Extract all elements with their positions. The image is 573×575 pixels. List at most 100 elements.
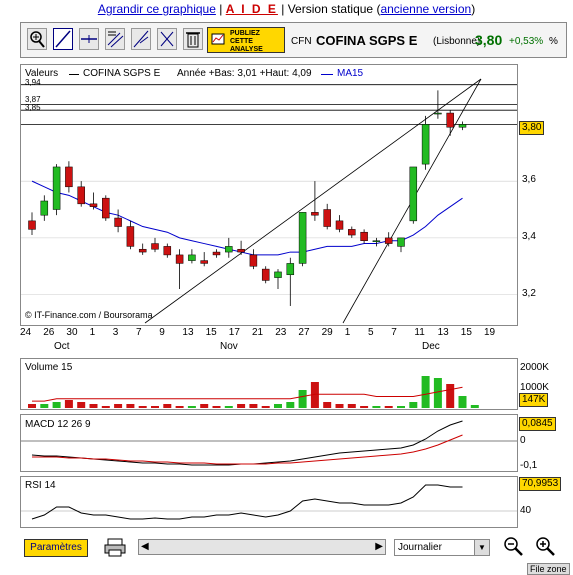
candle [175, 254, 184, 264]
last-price-badge: 3,80 [519, 121, 545, 135]
volume-bar [212, 406, 221, 408]
print-icon[interactable] [104, 537, 126, 557]
volume-bar [126, 404, 135, 408]
volume-badge: 147K [519, 393, 549, 407]
bottom-bar: Paramètres ◀ ▶ Journalier ▼ [20, 533, 567, 563]
candle [458, 124, 467, 128]
exchange: (Lisbonne) [433, 36, 481, 47]
macd-tick-0: 0 [520, 435, 526, 446]
publish-icon [211, 33, 225, 45]
date-axis: 24 26 30 1 3 7 9 13 15 17 21 23 27 29 1 5 7 11 13 15 19 Oct No… [20, 327, 520, 357]
candle [151, 243, 159, 250]
candle [274, 271, 282, 278]
volume-bar [298, 390, 307, 408]
rsi-panel: RSI 14 [20, 476, 518, 528]
month-label: Oct [54, 341, 70, 352]
macd-panel: MACD 12 26 9 [20, 414, 518, 472]
ticker-name: COFINA SGPS E [316, 33, 418, 48]
candle [212, 251, 221, 256]
volume-panel: Volume 15 [20, 358, 518, 410]
date-tick: 5 [368, 327, 374, 338]
rsi-tick-40: 40 [520, 505, 532, 516]
date-tick: 29 [321, 327, 333, 338]
volume-bar [52, 402, 61, 408]
date-tick: 23 [275, 327, 287, 338]
period-select[interactable]: Journalier ▼ [394, 539, 490, 556]
fibonacci-icon[interactable] [131, 28, 151, 50]
candle [89, 203, 98, 207]
price-level-1: 3,94 [25, 78, 41, 87]
date-tick: 11 [414, 327, 425, 338]
volume-bar [335, 404, 344, 408]
line-tool-icon[interactable] [53, 28, 73, 50]
volume-bar [237, 404, 246, 408]
zoom-out-icon[interactable] [502, 535, 524, 557]
trash-icon[interactable] [183, 28, 203, 50]
scroll-left-icon[interactable]: ◀ [141, 541, 149, 552]
zoom-in-bottom-icon[interactable] [534, 535, 556, 557]
date-tick: 15 [205, 327, 217, 338]
promo-line-2: CETTE [230, 38, 253, 45]
macd-tick-neg: -0,1 [520, 460, 538, 471]
volume-bar [433, 378, 442, 408]
volume-bar [360, 406, 369, 408]
date-tick: 1 [89, 327, 96, 338]
price-level-3: 3,85 [25, 103, 41, 112]
month-label: Dec [422, 341, 440, 352]
help-link[interactable]: A I D E [226, 2, 278, 16]
macd-line [31, 420, 463, 466]
chevron-down-icon[interactable]: ▼ [474, 540, 489, 555]
time-scrollbar[interactable]: ◀ ▶ [138, 539, 386, 555]
candle [126, 226, 135, 247]
rsi-line [31, 484, 463, 520]
scroll-right-icon[interactable]: ▶ [375, 541, 383, 552]
volume-bar [470, 405, 479, 408]
trendline [144, 78, 482, 324]
candle [397, 237, 405, 247]
volume-bar [89, 404, 98, 408]
candle [40, 200, 49, 216]
candle [446, 112, 454, 128]
price-tick: 3,6 [522, 174, 536, 186]
percent-toggle[interactable]: % [549, 36, 558, 47]
rsi-badge: 70,9953 [519, 477, 562, 491]
price-tick: 3,4 [522, 230, 536, 242]
candle [138, 248, 147, 253]
date-tick: 27 [298, 327, 310, 338]
ticker-code: CFN [291, 36, 312, 47]
legend-ma: MA15 [337, 68, 364, 79]
top-links: Agrandir ce graphique | A I D E | Versio… [97, 2, 476, 16]
parameters-button[interactable]: Paramètres [24, 539, 88, 557]
volume-bar [397, 406, 405, 408]
publish-analysis-button[interactable]: PUBLIEZ CETTE ANALYSE [207, 27, 285, 53]
volume-bar [187, 406, 196, 408]
enlarge-link[interactable]: Agrandir ce graphique [98, 2, 216, 16]
volume-bar [249, 404, 258, 408]
candle [200, 260, 208, 264]
legend-title: COFINA SGPS E [83, 68, 161, 79]
price-y-axis: 3,2 3,4 3,6 [520, 64, 570, 326]
date-tick: 9 [159, 327, 165, 338]
candle [286, 263, 295, 276]
zoom-in-icon[interactable] [27, 28, 47, 50]
date-tick: 17 [228, 327, 240, 338]
month-label: Nov [220, 341, 238, 352]
volume-bar [101, 406, 110, 408]
volume-bar [347, 404, 356, 408]
volume-bar [175, 406, 184, 408]
date-tick: 24 [20, 327, 32, 338]
candle [65, 166, 73, 188]
candle [360, 231, 368, 241]
volume-bar [138, 406, 147, 408]
old-version-link[interactable]: ancienne version [380, 2, 471, 16]
draw-icon[interactable] [157, 28, 177, 50]
volume-tick-1: 2000K [520, 362, 549, 373]
period-value: Journalier [398, 542, 442, 553]
channel-icon[interactable] [105, 28, 125, 50]
promo-line-1: PUBLIEZ [230, 30, 260, 37]
volume-bar [421, 376, 430, 408]
date-tick: 21 [252, 327, 264, 338]
price-chart [21, 78, 517, 324]
horizontal-line-icon[interactable] [79, 28, 99, 50]
candle [28, 220, 36, 230]
